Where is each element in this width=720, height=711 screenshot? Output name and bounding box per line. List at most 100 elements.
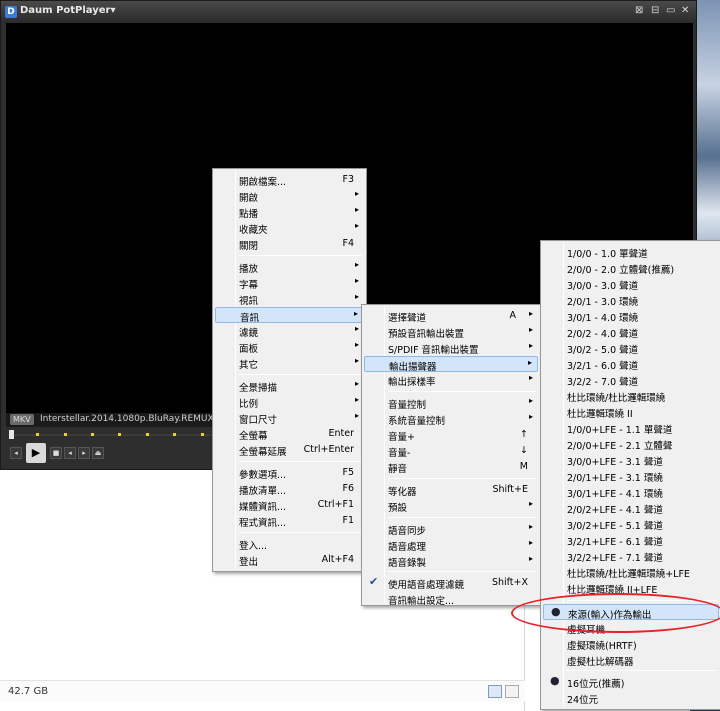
menu-item[interactable]: 1/0/0+LFE - 1.1 單聲道 [543,420,719,436]
menu-item[interactable]: 靜音 M [364,459,538,475]
app-logo-icon[interactable]: D [5,6,17,18]
close-icon[interactable]: ✕ [681,5,689,17]
menu-item-label: 2/0/1+LFE - 3.1 環繞 [567,473,663,484]
menu-item[interactable]: 3/2/1 - 6.0 聲道 [543,356,719,372]
menu-item-label: 面板 [239,344,259,355]
menu-item[interactable]: 面板 ▸ [215,339,364,355]
menu-item[interactable]: 杜比環繞/杜比邏輯環繞 [543,388,719,404]
submenu-arrow-icon: ▸ [353,309,358,318]
menu-item[interactable]: 2/0/0 - 2.0 立體聲(推薦) [543,260,719,276]
submenu-arrow-icon: ▸ [528,412,533,421]
menu-item[interactable]: 輸出揚聲器 ▸ [364,356,538,373]
menu-item[interactable]: 預設 ▸ [364,498,538,514]
menu-item[interactable]: 等化器 Shift+E [364,482,538,498]
menu-item-shortcut: Shift+E [492,484,528,495]
menu-item[interactable]: 播放 ▸ [215,259,364,275]
menu-item[interactable]: 虛擬環繞(HRTF) [543,636,719,652]
menu-item[interactable]: 3/0/0 - 3.0 聲道 [543,276,719,292]
menu-item[interactable]: 語音處理 ▸ [364,537,538,553]
menu-item[interactable]: 2/0/1+LFE - 3.1 環繞 [543,468,719,484]
menu-item[interactable]: 3/0/1+LFE - 4.1 環繞 [543,484,719,500]
menu-item[interactable]: 窗口尺寸 ▸ [215,410,364,426]
menu-item[interactable]: 點播 ▸ [215,204,364,220]
menu-item[interactable]: 3/2/2+LFE - 7.1 聲道 [543,548,719,564]
menu-item[interactable]: 杜比邏輯環繞 II [543,404,719,420]
menu-item[interactable]: 2/0/2+LFE - 4.1 聲道 [543,500,719,516]
chapter-marker[interactable] [91,433,94,436]
menu-item[interactable]: 2/0/0+LFE - 2.1 立體聲 [543,436,719,452]
play-button[interactable]: ▶ [26,443,46,463]
menu-item[interactable]: 語音錄製 ▸ [364,553,538,569]
app-title[interactable]: Daum PotPlayer▾ [20,5,116,16]
menu-item-label: 虛擬杜比解碼器 [567,657,634,668]
menu-item[interactable]: 開啟檔案... F3 [215,172,364,188]
menu-item[interactable]: 播放清單... F6 [215,481,364,497]
menu-item[interactable]: 比例 ▸ [215,394,364,410]
menu-item-label: 收藏夾 [239,225,268,236]
minimize-icon[interactable]: ⊟ [651,5,659,17]
large-icons-view-icon[interactable] [505,685,519,698]
menu-item[interactable]: 1/0/0 - 1.0 單聲道 [543,244,719,260]
menu-item[interactable]: 濾鏡 ▸ [215,323,364,339]
details-view-icon[interactable] [488,685,502,698]
menu-item[interactable]: 3/0/2+LFE - 5.1 聲道 [543,516,719,532]
previous-track-icon[interactable]: ◂ [64,447,76,459]
menu-item[interactable]: 登出 Alt+F4 [215,552,364,568]
menu-item[interactable]: 其它 ▸ [215,355,364,371]
menu-item[interactable]: 2/0/2 - 4.0 聲道 [543,324,719,340]
stop-icon[interactable]: ■ [50,447,62,459]
menu-item[interactable]: 選擇聲道 A ▸ [364,308,538,324]
menu-item[interactable]: 字幕 ▸ [215,275,364,291]
menu-item-label: 3/2/2+LFE - 7.1 聲道 [567,553,663,564]
menu-item[interactable]: 音量- ↓ [364,443,538,459]
menu-item[interactable]: 參數選項... F5 [215,465,364,481]
title-bar[interactable]: D Daum PotPlayer▾ ⊠ ⊟ ▭ ✕ [1,1,696,23]
menu-separator [388,571,536,572]
chapter-marker[interactable] [36,433,39,436]
menu-item[interactable]: 輸出採樣率 ▸ [364,372,538,388]
menu-item[interactable]: 關閉 F4 [215,236,364,252]
menu-item[interactable]: 語音同步 ▸ [364,521,538,537]
menu-item[interactable]: 音訊輸出設定... [364,591,538,607]
menu-item[interactable]: 系統音量控制 ▸ [364,411,538,427]
menu-item[interactable]: 全螢幕延展 Ctrl+Enter [215,442,364,458]
menu-item[interactable]: 收藏夾 ▸ [215,220,364,236]
menu-item-label: 預設音訊輸出裝置 [388,329,465,340]
menu-item-label: 開啟檔案... [239,177,287,188]
menu-item[interactable]: 2/0/1 - 3.0 環繞 [543,292,719,308]
menu-item[interactable]: 24位元 [543,690,719,706]
prev-icon[interactable]: ◂ [10,447,22,459]
chapter-marker[interactable] [201,433,204,436]
menu-item[interactable]: 16位元(推薦) ● [543,674,719,690]
menu-item[interactable]: 全螢幕 Enter [215,426,364,442]
menu-item[interactable]: 開啟 ▸ [215,188,364,204]
menu-item[interactable]: S/PDIF 音訊輸出裝置 ▸ [364,340,538,356]
menu-item[interactable]: 3/2/1+LFE - 6.1 聲道 [543,532,719,548]
menu-item[interactable]: 全景掃描 ▸ [215,378,364,394]
menu-item[interactable]: 媒體資訊... Ctrl+F1 [215,497,364,513]
next-track-icon[interactable]: ▸ [78,447,90,459]
menu-item[interactable]: 3/0/0+LFE - 3.1 聲道 [543,452,719,468]
menu-item[interactable]: 視訊 ▸ [215,291,364,307]
menu-item[interactable]: 使用語音處理濾鏡 Shift+X ✔ [364,575,538,591]
menu-item[interactable]: 虛擬杜比解碼器 [543,652,719,668]
menu-item[interactable]: 程式資訊... F1 [215,513,364,529]
chapter-marker[interactable] [146,433,149,436]
chapter-marker[interactable] [173,433,176,436]
menu-item[interactable]: 杜比環繞/杜比邏輯環繞+LFE [543,564,719,580]
menu-item[interactable]: 音量+ ↑ [364,427,538,443]
menu-item[interactable]: 登入... [215,536,364,552]
chapter-marker[interactable] [118,433,121,436]
menu-item[interactable]: 音量控制 ▸ [364,395,538,411]
menu-item[interactable]: 3/0/2 - 5.0 聲道 [543,340,719,356]
chapter-marker[interactable] [64,433,67,436]
menu-item[interactable]: 3/0/1 - 4.0 環繞 [543,308,719,324]
menu-item[interactable]: 音訊 ▸ [215,307,364,324]
menu-item[interactable]: 預設音訊輸出裝置 ▸ [364,324,538,340]
open-icon[interactable]: ⏏ [92,447,104,459]
menu-item[interactable]: 3/2/2 - 7.0 聲道 [543,372,719,388]
seek-thumb[interactable] [9,430,14,439]
maximize-icon[interactable]: ▭ [666,5,675,17]
submenu-arrow-icon: ▸ [354,411,359,420]
always-on-top-icon[interactable]: ⊠ [635,5,643,17]
